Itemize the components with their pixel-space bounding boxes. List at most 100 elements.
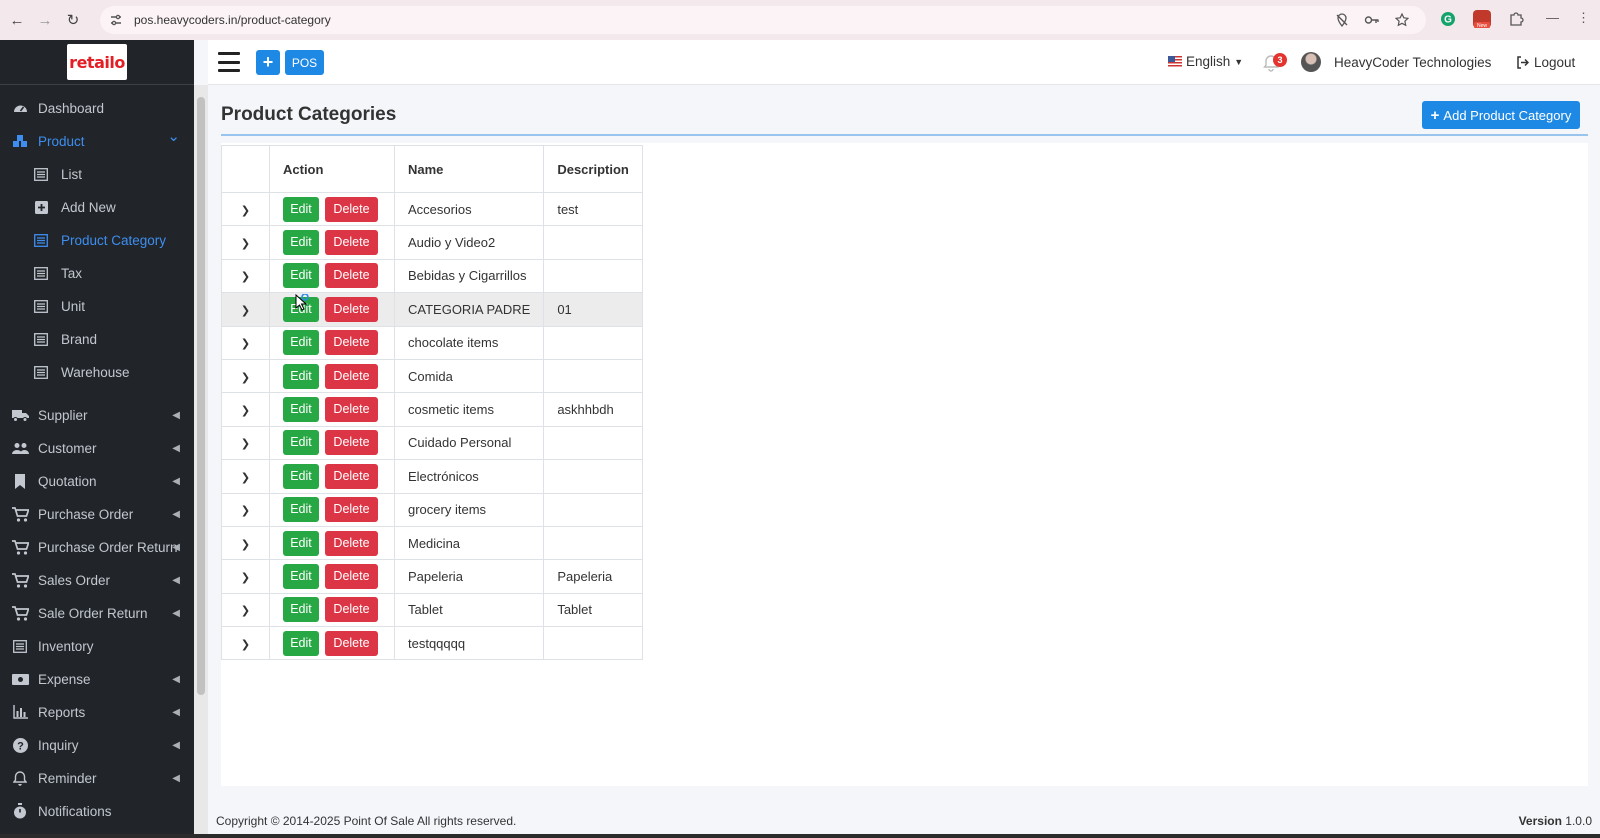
sidebar-item-dashboard[interactable]: Dashboard — [0, 92, 194, 124]
sidebar-item-tax[interactable]: Tax — [0, 257, 194, 289]
delete-button[interactable]: Delete — [325, 563, 378, 589]
delete-button[interactable]: Delete — [325, 463, 378, 489]
url-text[interactable]: pos.heavycoders.in/product-category — [134, 13, 331, 27]
sidebar-item-add-new[interactable]: Add New — [0, 191, 194, 223]
chevron-right-icon[interactable]: ❯ — [241, 304, 250, 317]
chevron-right-icon[interactable]: ❯ — [241, 504, 250, 517]
chevron-right-icon[interactable]: ❯ — [241, 638, 250, 651]
bookmark-star-icon[interactable] — [1394, 12, 1410, 28]
retailo-logo[interactable]: retailo — [67, 44, 127, 80]
expand-cell[interactable]: ❯ — [221, 425, 270, 461]
sidebar-item-notifications[interactable]: Notifications — [0, 795, 194, 827]
sidebar-item-purchase-order-return[interactable]: Purchase Order Return ◀ — [0, 531, 194, 563]
sidebar-item-sale-order-return[interactable]: Sale Order Return ◀ — [0, 597, 194, 629]
sidebar-item-supplier[interactable]: Supplier ◀ — [0, 399, 194, 431]
expand-cell[interactable]: ❯ — [221, 525, 270, 561]
expand-cell[interactable]: ❯ — [221, 392, 270, 427]
edit-button[interactable]: Edit — [283, 230, 319, 256]
expand-cell[interactable]: ❯ — [221, 459, 270, 494]
chevron-right-icon[interactable]: ❯ — [241, 204, 250, 217]
location-off-icon[interactable] — [1334, 12, 1350, 28]
edit-button[interactable]: Edit — [283, 597, 319, 623]
address-bar[interactable]: pos.heavycoders.in/product-category — [100, 6, 1426, 34]
expand-cell[interactable]: ❯ — [221, 225, 270, 260]
delete-button[interactable]: Delete — [325, 363, 378, 389]
expand-cell[interactable]: ❯ — [221, 358, 270, 394]
edit-button[interactable]: Edit — [283, 630, 319, 656]
sidebar-item-sales-order[interactable]: Sales Order ◀ — [0, 564, 194, 596]
delete-button[interactable]: Delete — [325, 196, 378, 222]
edit-button[interactable]: Edit — [283, 463, 319, 489]
minimize-icon[interactable]: — — [1546, 10, 1559, 26]
key-icon[interactable] — [1364, 12, 1380, 28]
menu-toggle-icon[interactable] — [218, 52, 240, 72]
delete-button[interactable]: Delete — [325, 630, 378, 656]
logout-link[interactable]: Logout — [1516, 55, 1575, 70]
edit-button[interactable]: Edit — [283, 196, 319, 222]
extensions-puzzle-icon[interactable] — [1505, 8, 1527, 30]
chevron-right-icon[interactable]: ❯ — [241, 404, 250, 417]
sidebar-item-product[interactable]: Product ⌄ — [0, 125, 194, 157]
chevron-right-icon[interactable]: ❯ — [241, 571, 250, 584]
forward-icon[interactable]: → — [34, 9, 56, 31]
delete-button[interactable]: Delete — [325, 230, 378, 256]
delete-button[interactable]: Delete — [325, 530, 378, 556]
extension-new-icon[interactable]: New — [1471, 8, 1493, 30]
chevron-right-icon[interactable]: ❯ — [241, 270, 250, 283]
description-column-header[interactable]: Description — [543, 145, 643, 193]
reload-icon[interactable]: ↻ — [62, 9, 84, 31]
company-name[interactable]: HeavyCoder Technologies — [1334, 55, 1491, 70]
sidebar-item-warehouse[interactable]: Warehouse — [0, 356, 194, 388]
sidebar-item-product-category[interactable]: Product Category — [0, 224, 194, 256]
edit-button[interactable]: Edit — [283, 563, 319, 589]
expand-cell[interactable]: ❯ — [221, 492, 270, 527]
add-product-category-button[interactable]: + Add Product Category — [1422, 101, 1580, 129]
sidebar-item-unit[interactable]: Unit — [0, 290, 194, 322]
edit-button[interactable]: Edit — [283, 497, 319, 523]
edit-button[interactable]: Edit — [283, 363, 319, 389]
chevron-right-icon[interactable]: ❯ — [241, 371, 250, 384]
chevron-right-icon[interactable]: ❯ — [241, 538, 250, 551]
grammarly-extension-icon[interactable]: G — [1437, 8, 1459, 30]
edit-button[interactable]: Edit — [283, 530, 319, 556]
sidebar-item-inquiry[interactable]: ? Inquiry ◀ — [0, 729, 194, 761]
chevron-right-icon[interactable]: ❯ — [241, 471, 250, 484]
sidebar-item-reports[interactable]: Reports ◀ — [0, 696, 194, 728]
expand-cell[interactable]: ❯ — [221, 626, 270, 661]
sidebar-item-reminder[interactable]: Reminder ◀ — [0, 762, 194, 794]
expand-cell[interactable]: ❯ — [221, 592, 270, 628]
sidebar-item-quotation[interactable]: Quotation ◀ — [0, 465, 194, 497]
pos-button[interactable]: POS — [285, 50, 324, 75]
site-settings-icon[interactable] — [108, 12, 124, 28]
expand-cell[interactable]: ❯ — [221, 258, 270, 294]
expand-cell[interactable]: ❯ — [221, 191, 270, 227]
language-dropdown[interactable]: English ▼ — [1168, 54, 1243, 69]
sidebar-scrollbar[interactable] — [194, 85, 208, 838]
delete-button[interactable]: Delete — [325, 263, 378, 289]
sidebar-item-purchase-order[interactable]: Purchase Order ◀ — [0, 498, 194, 530]
chevron-right-icon[interactable]: ❯ — [241, 437, 250, 450]
expand-cell[interactable]: ❯ — [221, 292, 270, 327]
chevron-right-icon[interactable]: ❯ — [241, 604, 250, 617]
delete-button[interactable]: Delete — [325, 296, 378, 322]
delete-button[interactable]: Delete — [325, 497, 378, 523]
delete-button[interactable]: Delete — [325, 330, 378, 356]
edit-button[interactable]: Edit — [283, 397, 319, 423]
user-avatar[interactable] — [1301, 52, 1321, 72]
expand-cell[interactable]: ❯ — [221, 325, 270, 360]
sidebar-item-list[interactable]: List — [0, 158, 194, 190]
chevron-right-icon[interactable]: ❯ — [241, 337, 250, 350]
name-column-header[interactable]: Name — [393, 145, 545, 193]
edit-button[interactable]: Edit — [283, 430, 319, 456]
edit-button[interactable]: Edit — [283, 263, 319, 289]
sidebar-item-inventory[interactable]: Inventory — [0, 630, 194, 662]
delete-button[interactable]: Delete — [325, 397, 378, 423]
delete-button[interactable]: Delete — [325, 597, 378, 623]
more-options-icon[interactable]: ⋮ — [1577, 10, 1590, 26]
edit-button[interactable]: Edit — [283, 330, 319, 356]
sidebar-item-customer[interactable]: Customer ◀ — [0, 432, 194, 464]
sidebar-item-expense[interactable]: Expense ◀ — [0, 663, 194, 695]
sidebar-item-brand[interactable]: Brand — [0, 323, 194, 355]
action-column-header[interactable]: Action — [269, 145, 395, 193]
delete-button[interactable]: Delete — [325, 430, 378, 456]
